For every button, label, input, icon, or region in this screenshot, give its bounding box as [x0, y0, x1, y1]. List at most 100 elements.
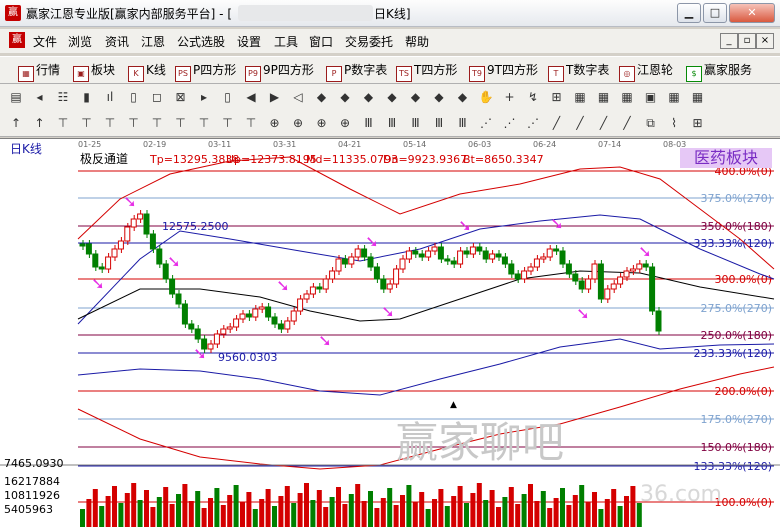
toolbar-block-button[interactable]: ▣ 板块 — [73, 61, 115, 82]
menu-help[interactable]: 帮助 — [405, 33, 429, 50]
maximize-button[interactable]: □ — [703, 3, 727, 23]
tb3-tool-icon-18[interactable]: Ⅲ — [431, 115, 447, 131]
tb2-tool-icon-10[interactable]: ◀ — [243, 89, 259, 105]
tb3-tool-icon-19[interactable]: Ⅲ — [455, 115, 471, 131]
menu-info[interactable]: 资讯 — [105, 33, 129, 50]
tb2-tool-icon-14[interactable]: ◆ — [337, 89, 353, 105]
toolbar-p-square-button[interactable]: PS P四方形 — [175, 61, 236, 82]
tb3-tool-icon-23[interactable]: ╱ — [549, 115, 565, 131]
tb3-tool-icon-28[interactable]: ⌇ — [666, 115, 682, 131]
mdi-minimize-button[interactable]: _ — [720, 33, 738, 49]
tb2-tool-icon-8[interactable]: ▸ — [196, 89, 212, 105]
menu-browse[interactable]: 浏览 — [68, 33, 92, 50]
tb2-tool-icon-19[interactable]: ◆ — [455, 89, 471, 105]
mdi-restore-button[interactable]: ▫ — [738, 33, 756, 49]
menu-file[interactable]: 文件 — [33, 33, 57, 50]
menu-window[interactable]: 窗口 — [309, 33, 333, 50]
tb3-tool-icon-0[interactable]: ↑ — [8, 115, 24, 131]
tb3-tool-icon-17[interactable]: Ⅲ — [408, 115, 424, 131]
tb3-tool-icon-13[interactable]: ⊕ — [314, 115, 330, 131]
line-tools-toolbar: ↑ ↑ ⊤ ⊤ ⊤ ⊤ ⊤ ⊤ ⊤ ⊤ ⊤ ⊕ ⊕ ⊕ ⊕ Ⅲ Ⅲ Ⅲ Ⅲ Ⅲ ⋰ ⋰ ⋰ ╱ ╱ ╱ ╱ ⧉ ⌇ ⊞ — [0, 110, 780, 137]
tb3-tool-icon-2[interactable]: ⊤ — [55, 115, 71, 131]
menu-settings[interactable]: 设置 — [237, 33, 261, 50]
tb2-tool-icon-28[interactable]: ▦ — [666, 89, 682, 105]
tb3-tool-icon-20[interactable]: ⋰ — [478, 115, 494, 131]
tb3-tool-icon-22[interactable]: ⋰ — [525, 115, 541, 131]
volume-bar — [304, 483, 309, 527]
tb3-tool-icon-25[interactable]: ╱ — [596, 115, 612, 131]
candle-body — [322, 278, 329, 290]
tb3-tool-icon-7[interactable]: ⊤ — [173, 115, 189, 131]
kline-chart[interactable]: 日K线 极反通道 Tp=13295.3838 Up=12373.8195 Md=1133… — [0, 138, 780, 527]
tb3-tool-icon-11[interactable]: ⊕ — [267, 115, 283, 131]
volume-bar — [368, 491, 373, 527]
tb3-tool-icon-3[interactable]: ⊤ — [79, 115, 95, 131]
close-button[interactable]: ✕ — [729, 3, 775, 23]
tb2-tool-icon-1[interactable]: ◂ — [32, 89, 48, 105]
tb2-tool-icon-25[interactable]: ▦ — [596, 89, 612, 105]
tb2-tool-icon-15[interactable]: ◆ — [361, 89, 377, 105]
tb3-tool-icon-15[interactable]: Ⅲ — [361, 115, 377, 131]
toolbar-p-digit-button[interactable]: P P数字表 — [326, 61, 387, 82]
tb2-tool-icon-26[interactable]: ▦ — [619, 89, 635, 105]
tb2-tool-icon-7[interactable]: ⊠ — [173, 89, 189, 105]
toolbar-9t-square-button[interactable]: T9 9T四方形 — [469, 61, 538, 82]
minimize-button[interactable]: ▁ — [677, 3, 701, 23]
candle-body — [284, 320, 291, 330]
tb2-tool-icon-3[interactable]: ▮ — [79, 89, 95, 105]
tb3-tool-icon-16[interactable]: Ⅲ — [384, 115, 400, 131]
tb2-tool-icon-5[interactable]: ▯ — [126, 89, 142, 105]
menu-gann[interactable]: 江恩 — [141, 33, 165, 50]
tb2-tool-icon-18[interactable]: ◆ — [431, 89, 447, 105]
tb2-tool-icon-13[interactable]: ◆ — [314, 89, 330, 105]
menu-tools[interactable]: 工具 — [274, 33, 298, 50]
tb3-tool-icon-9[interactable]: ⊤ — [220, 115, 236, 131]
tb3-tool-icon-21[interactable]: ⋰ — [502, 115, 518, 131]
tb3-tool-icon-24[interactable]: ╱ — [572, 115, 588, 131]
date-tick: 05-14 — [403, 140, 426, 149]
tb2-tool-icon-17[interactable]: ◆ — [408, 89, 424, 105]
tb2-tool-icon-29[interactable]: ▦ — [690, 89, 706, 105]
tb2-tool-icon-23[interactable]: ⊞ — [549, 89, 565, 105]
tb2-tool-icon-22[interactable]: ↯ — [525, 89, 541, 105]
toolbar-winner-service-button[interactable]: $ 赢家服务 — [686, 61, 752, 82]
tb3-tool-icon-26[interactable]: ╱ — [619, 115, 635, 131]
drawing-toolbar: ▤ ◂ ☷ ▮ ıl ▯ ◻ ⊠ ▸ ▯ ◀ ▶ ◁ ◆ ◆ ◆ ◆ ◆ ◆ ◆ ✋ + ↯ ⊞ ▦ ▦ ▦ ▣ ▦ ▦ — [0, 84, 780, 111]
tb3-tool-icon-8[interactable]: ⊤ — [196, 115, 212, 131]
tb3-tool-icon-6[interactable]: ⊤ — [149, 115, 165, 131]
candle-body — [437, 246, 444, 260]
toolbar-9p-square-button[interactable]: P9 9P四方形 — [245, 61, 314, 82]
tb2-tool-icon-16[interactable]: ◆ — [384, 89, 400, 105]
tb3-tool-icon-14[interactable]: ⊕ — [337, 115, 353, 131]
toolbar-quotes-button[interactable]: ▦ 行情 — [18, 61, 60, 82]
kline-chart-svg[interactable]: 日K线极反通道 Tp=13295.3838Up=12373.8195Md=1133… — [0, 139, 780, 527]
tb2-tool-icon-2[interactable]: ☷ — [55, 89, 71, 105]
mdi-close-button[interactable]: × — [756, 33, 774, 49]
tb3-tool-icon-5[interactable]: ⊤ — [126, 115, 142, 131]
toolbar-gann-wheel-button[interactable]: ◎ 江恩轮 — [619, 61, 673, 82]
tb2-tool-icon-20[interactable]: ✋ — [478, 89, 494, 105]
tb2-tool-icon-0[interactable]: ▤ — [8, 89, 24, 105]
volume-scale-label: 10811926 — [4, 489, 60, 502]
toolbar-t-square-button[interactable]: TS T四方形 — [396, 61, 457, 82]
tb2-tool-icon-12[interactable]: ◁ — [290, 89, 306, 105]
menu-trade[interactable]: 交易委托 — [345, 33, 393, 50]
tb2-tool-icon-11[interactable]: ▶ — [267, 89, 283, 105]
tb2-tool-icon-24[interactable]: ▦ — [572, 89, 588, 105]
tb3-tool-icon-29[interactable]: ⊞ — [690, 115, 706, 131]
tb2-tool-icon-6[interactable]: ◻ — [149, 89, 165, 105]
tb3-tool-icon-27[interactable]: ⧉ — [643, 115, 659, 131]
tb2-tool-icon-27[interactable]: ▣ — [643, 89, 659, 105]
volume-bar — [380, 498, 386, 527]
tb3-tool-icon-10[interactable]: ⊤ — [243, 115, 259, 131]
tb2-tool-icon-4[interactable]: ıl — [102, 89, 118, 105]
menu-formula-select[interactable]: 公式选股 — [177, 33, 225, 50]
tb3-tool-icon-12[interactable]: ⊕ — [290, 115, 306, 131]
toolbar-kline-button[interactable]: K K线 — [128, 61, 166, 82]
candle-body — [431, 246, 438, 252]
tb3-tool-icon-4[interactable]: ⊤ — [102, 115, 118, 131]
tb2-tool-icon-9[interactable]: ▯ — [220, 89, 236, 105]
tb3-tool-icon-1[interactable]: ↑ — [32, 115, 48, 131]
toolbar-t-digit-button[interactable]: T T数字表 — [548, 61, 609, 82]
tb2-tool-icon-21[interactable]: + — [502, 89, 518, 105]
